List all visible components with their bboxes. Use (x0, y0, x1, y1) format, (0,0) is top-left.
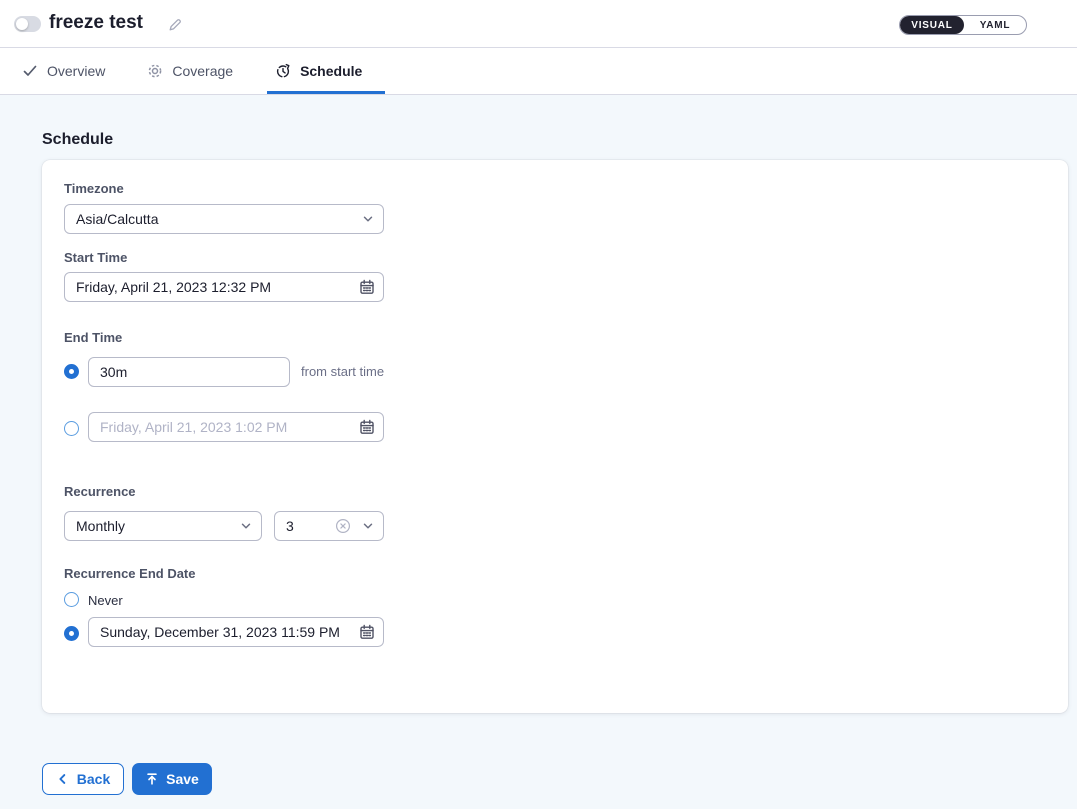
visual-toggle-button[interactable]: VISUAL (900, 16, 964, 34)
tab-schedule[interactable]: Schedule (275, 63, 362, 79)
schedule-form-card: Timezone Asia/Calcutta Start Time (42, 160, 1068, 713)
page-header: freeze test VISUAL YAML (0, 0, 1077, 48)
recurrence-type-value: Monthly (76, 518, 125, 534)
recurring-schedule-icon (275, 63, 291, 79)
recurrence-interval-value: 3 (286, 518, 294, 534)
timezone-select[interactable]: Asia/Calcutta (64, 204, 384, 234)
freeze-enabled-toggle[interactable] (14, 16, 41, 32)
schedule-content: Schedule Timezone Asia/Calcutta Start Ti… (0, 95, 1077, 809)
check-icon (22, 63, 38, 79)
yaml-toggle-button[interactable]: YAML (964, 16, 1026, 34)
toggle-knob (16, 18, 28, 30)
page-title: freeze test (49, 12, 143, 34)
end-time-date-input[interactable] (88, 412, 384, 442)
recurrence-end-date-radio[interactable] (64, 626, 79, 641)
tab-bar: Overview Coverage Schedule (0, 48, 1077, 95)
recurrence-interval-combobox[interactable]: 3 (274, 511, 384, 541)
tab-overview[interactable]: Overview (22, 63, 105, 79)
save-button-label: Save (166, 771, 199, 787)
clear-value-icon[interactable] (335, 518, 351, 534)
section-heading: Schedule (42, 131, 113, 149)
calendar-icon[interactable] (359, 279, 375, 295)
calendar-icon[interactable] (359, 419, 375, 435)
recurrence-end-date-input[interactable] (88, 617, 384, 647)
tab-coverage[interactable]: Coverage (147, 63, 233, 79)
recurrence-end-date-label: Recurrence End Date (64, 566, 196, 581)
save-button[interactable]: Save (132, 763, 212, 795)
back-button[interactable]: Back (42, 763, 124, 795)
recurrence-never-radio[interactable] (64, 592, 79, 607)
start-time-label: Start Time (64, 250, 127, 265)
timezone-value: Asia/Calcutta (76, 211, 158, 227)
recurrence-never-label: Never (88, 593, 123, 608)
edit-pencil-icon[interactable] (167, 17, 183, 33)
end-time-duration-input[interactable] (88, 357, 290, 387)
back-button-label: Back (77, 771, 110, 787)
recurrence-label: Recurrence (64, 484, 136, 499)
start-time-input[interactable] (64, 272, 384, 302)
tab-coverage-label: Coverage (172, 63, 233, 79)
from-start-time-hint: from start time (301, 364, 384, 379)
upload-arrow-icon (145, 772, 159, 786)
tab-schedule-label: Schedule (300, 63, 362, 79)
tab-overview-label: Overview (47, 63, 105, 79)
chevron-left-icon (56, 772, 70, 786)
end-time-label: End Time (64, 330, 122, 345)
gear-icon (147, 63, 163, 79)
freeze-window-studio-page: freeze test VISUAL YAML Overview (0, 0, 1077, 809)
calendar-icon[interactable] (359, 624, 375, 640)
visual-yaml-switch: VISUAL YAML (899, 15, 1027, 35)
timezone-label: Timezone (64, 181, 124, 196)
end-time-duration-radio[interactable] (64, 364, 79, 379)
end-time-date-radio[interactable] (64, 421, 79, 436)
recurrence-type-select[interactable]: Monthly (64, 511, 262, 541)
active-tab-indicator (267, 91, 385, 94)
